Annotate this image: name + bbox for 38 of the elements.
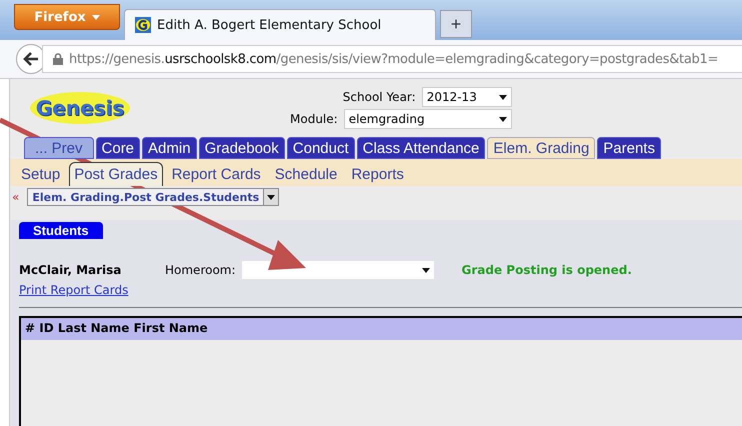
tab-title: Edith A. Bogert Elementary School xyxy=(157,18,382,32)
dropdown-arrow-icon xyxy=(422,268,430,272)
back-link[interactable]: « xyxy=(12,190,20,204)
homeroom-select[interactable] xyxy=(242,261,434,279)
module-label: Module: xyxy=(290,112,338,126)
subtab[interactable]: Post Grades xyxy=(69,162,163,186)
school-year-select[interactable]: 2012-13 xyxy=(422,87,512,107)
new-tab-button[interactable]: + xyxy=(440,10,472,38)
module-tab[interactable]: Class Attendance xyxy=(356,137,486,159)
module-tab[interactable]: Parents xyxy=(597,137,661,159)
module-tab[interactable]: Elem. Grading xyxy=(487,137,596,159)
dropdown-arrow-icon xyxy=(498,94,507,100)
table-header: # ID Last Name First Name xyxy=(21,318,742,340)
module-tab[interactable]: ... Prev xyxy=(24,137,94,159)
students-tab[interactable]: Students xyxy=(19,222,103,239)
genesis-logo: Genesis xyxy=(30,92,130,124)
print-report-cards-link[interactable]: Print Report Cards xyxy=(19,283,128,297)
favicon-icon xyxy=(135,17,151,33)
url-scheme: https://genesis. xyxy=(69,52,165,66)
module-select[interactable]: elemgrading xyxy=(344,109,512,129)
module-tab[interactable]: Gradebook xyxy=(198,137,285,159)
url-path: /genesis/sis/view?module=elemgrading&category=postgrades&tab1= xyxy=(276,52,718,66)
browser-tab[interactable]: Edith A. Bogert Elementary School xyxy=(124,9,436,40)
lock-icon xyxy=(53,53,63,65)
dropdown-arrow-icon xyxy=(267,194,276,200)
dropdown-arrow-icon xyxy=(498,116,507,122)
address-bar[interactable]: https://genesis.usrschoolsk8.com/genesis/sis/view?module=elemgrading&category=postgrades&tab1= xyxy=(42,45,742,73)
school-year-label: School Year: xyxy=(342,90,416,104)
url-domain: usrschoolsk8.com xyxy=(164,52,276,66)
back-arrow-icon xyxy=(23,52,39,66)
status-message: Grade Posting is opened. xyxy=(462,263,632,277)
module-tab[interactable]: Conduct xyxy=(286,137,355,159)
teacher-name: McClair, Marisa xyxy=(19,263,122,277)
module-tab[interactable]: Core xyxy=(96,137,140,159)
homeroom-label: Homeroom: xyxy=(165,263,236,277)
module-tab[interactable]: Admin xyxy=(142,137,197,159)
caret-icon xyxy=(92,14,100,20)
breadcrumb-select[interactable]: Elem. Grading.Post Grades.Students xyxy=(27,188,280,206)
